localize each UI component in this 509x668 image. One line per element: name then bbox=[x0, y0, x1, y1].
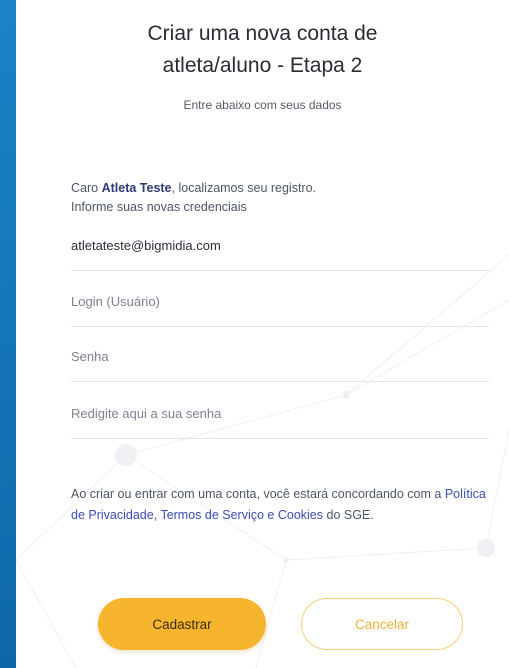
password-confirm-placeholder: Redigite aqui a sua senha bbox=[71, 406, 222, 421]
greeting-instructions: Informe suas novas credenciais bbox=[71, 200, 247, 214]
greeting-message: Caro Atleta Teste, localizamos seu regis… bbox=[71, 179, 471, 217]
password-input[interactable]: Senha bbox=[71, 347, 489, 382]
login-placeholder: Login (Usuário) bbox=[71, 294, 160, 309]
consent-prefix: Ao criar ou entrar com uma conta, você e… bbox=[71, 487, 445, 501]
page-title: Criar uma nova conta de atleta/aluno - E… bbox=[16, 18, 509, 82]
submit-button[interactable]: Cadastrar bbox=[98, 598, 266, 650]
login-input[interactable]: Login (Usuário) bbox=[71, 292, 489, 327]
consent-text: Ao criar ou entrar com uma conta, você e… bbox=[71, 484, 501, 526]
email-field[interactable]: atletateste@bigmidia.com bbox=[71, 236, 489, 271]
consent-suffix: do SGE. bbox=[323, 508, 374, 522]
greeting-prefix: Caro bbox=[71, 181, 102, 195]
athlete-name: Atleta Teste bbox=[101, 181, 172, 195]
page-subtitle: Entre abaixo com seus dados bbox=[183, 98, 342, 112]
greeting-suffix: , localizamos seu registro. bbox=[171, 181, 317, 195]
terms-link[interactable]: Termos de Serviço e Cookies bbox=[160, 508, 323, 522]
cancel-button[interactable]: Cancelar bbox=[301, 598, 463, 650]
signup-card: Criar uma nova conta de atleta/aluno - E… bbox=[16, 0, 509, 668]
email-value: atletateste@bigmidia.com bbox=[71, 238, 221, 253]
title-line-1: Criar uma nova conta de bbox=[147, 22, 378, 45]
password-placeholder: Senha bbox=[71, 349, 109, 364]
title-line-2: atleta/aluno - Etapa 2 bbox=[162, 54, 363, 77]
password-confirm-input[interactable]: Redigite aqui a sua senha bbox=[71, 404, 489, 439]
